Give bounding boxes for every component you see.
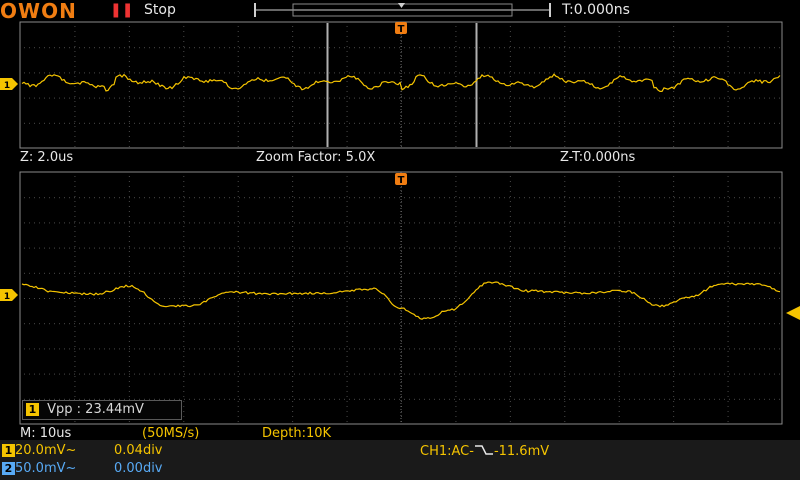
ch2-offset: 0.00div (114, 461, 163, 476)
trigger-marker-top[interactable]: T (395, 22, 407, 35)
zoom-window-grid (24, 172, 780, 424)
measurement-text: Vpp : 23.44mV (47, 402, 144, 417)
memory-window-bar (254, 3, 551, 17)
ch2-scale: 50.0mV~ (15, 461, 77, 476)
ch1-level-marker-bottom[interactable]: 1 (0, 289, 18, 302)
svg-text:1: 1 (4, 81, 10, 91)
ch1-badge: 1 (2, 444, 15, 457)
zoom-timebase: Z: 2.0us (20, 150, 74, 165)
ch1-level-marker-top[interactable]: 1 (0, 78, 18, 91)
trigger-source-coupling: CH1:AC- (420, 444, 474, 459)
memory-depth: Depth:10K (262, 426, 332, 441)
sample-rate: (50MS/s) (142, 426, 200, 441)
ch1-scale: 20.0mV~ (15, 443, 77, 458)
svg-text:T: T (398, 24, 405, 35)
zoom-factor: Zoom Factor: 5.0X (256, 150, 376, 165)
ch2-status[interactable]: 2 50.0mV~ (2, 461, 76, 476)
trigger-level: -11.6mV (493, 444, 550, 459)
svg-text:T: T (398, 175, 405, 186)
trigger-status[interactable]: CH1:AC- -11.6mV (420, 443, 549, 459)
trigger-position-pointer-icon (398, 3, 405, 8)
ch1-status[interactable]: 1 20.0mV~ (2, 443, 76, 458)
trigger-level-arrow-icon[interactable] (786, 306, 800, 320)
main-window-grid (24, 22, 780, 148)
ch1-badge: 1 (26, 403, 39, 416)
trigger-marker-bottom[interactable]: T (395, 173, 407, 186)
zoom-trigger-time: Z-T:0.000ns (560, 150, 636, 165)
main-timebase: M: 10us (20, 426, 72, 441)
svg-text:1: 1 (4, 292, 10, 302)
falling-edge-icon (474, 444, 494, 456)
ch2-badge: 2 (2, 462, 15, 475)
vpp-measurement[interactable]: 1 Vpp : 23.44mV (22, 400, 182, 420)
ch1-offset: 0.04div (114, 443, 163, 458)
